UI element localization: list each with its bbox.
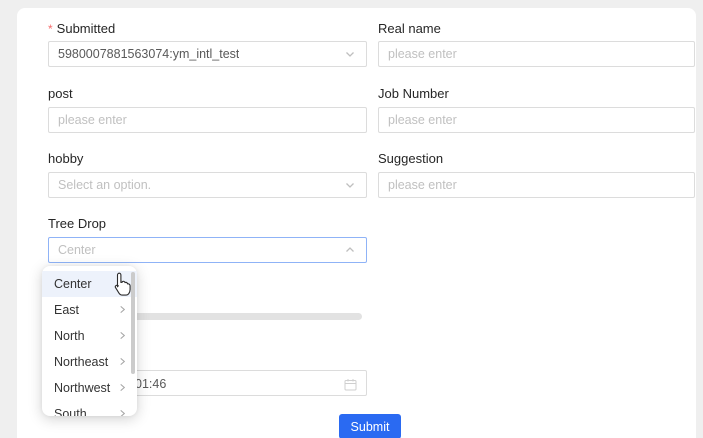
job-number-field-wrap — [378, 107, 695, 133]
post-field-wrap — [48, 107, 367, 133]
calendar-icon — [344, 378, 357, 391]
tree-dropdown-item-northeast[interactable]: Northeast — [42, 349, 137, 375]
real-name-field-wrap — [378, 41, 695, 67]
chevron-right-icon — [118, 301, 127, 319]
chevron-right-icon — [118, 353, 127, 371]
submit-button[interactable]: Submit — [339, 414, 401, 438]
chevron-up-icon — [344, 244, 356, 256]
hobby-label: hobby — [48, 152, 83, 166]
real-name-input[interactable] — [379, 42, 694, 66]
tree-drop-placeholder: Center — [58, 243, 96, 257]
hobby-select-placeholder: Select an option. — [58, 178, 151, 192]
chevron-down-icon — [344, 48, 356, 60]
chevron-right-icon — [118, 327, 127, 345]
hobby-select[interactable]: Select an option. — [48, 172, 367, 198]
suggestion-label: Suggestion — [378, 152, 443, 166]
tree-dropdown-item-east[interactable]: East — [42, 297, 137, 323]
submitted-label: *Submitted — [48, 22, 115, 36]
suggestion-field-wrap — [378, 172, 695, 198]
submitted-select-value: 5980007881563074:ym_intl_test — [58, 47, 239, 61]
tree-drop-select[interactable]: Center — [48, 237, 367, 263]
datetime-value: 01:46 — [135, 371, 166, 397]
suggestion-input[interactable] — [379, 173, 694, 197]
chevron-right-icon — [118, 379, 127, 397]
submitted-select[interactable]: 5980007881563074:ym_intl_test — [48, 41, 367, 67]
tree-dropdown-item-south[interactable]: South — [42, 401, 137, 416]
page: *Submitted 5980007881563074:ym_intl_test… — [0, 0, 703, 438]
real-name-label: Real name — [378, 22, 441, 36]
job-number-label: Job Number — [378, 87, 449, 101]
tree-drop-label: Tree Drop — [48, 217, 106, 231]
tree-dropdown-item-center[interactable]: Center — [42, 271, 137, 297]
chevron-right-icon — [118, 405, 127, 416]
form-card: *Submitted 5980007881563074:ym_intl_test… — [17, 8, 696, 438]
tree-dropdown-item-north[interactable]: North — [42, 323, 137, 349]
required-asterisk: * — [48, 22, 53, 36]
post-label: post — [48, 87, 73, 101]
job-number-input[interactable] — [379, 108, 694, 132]
tree-dropdown-item-northwest[interactable]: Northwest — [42, 375, 137, 401]
chevron-right-icon — [118, 275, 127, 293]
post-input[interactable] — [49, 108, 366, 132]
dropdown-scrollbar-thumb[interactable] — [131, 272, 135, 374]
tree-dropdown-panel: Center East North Northeast Northwest So… — [42, 266, 137, 416]
chevron-down-icon — [344, 179, 356, 191]
